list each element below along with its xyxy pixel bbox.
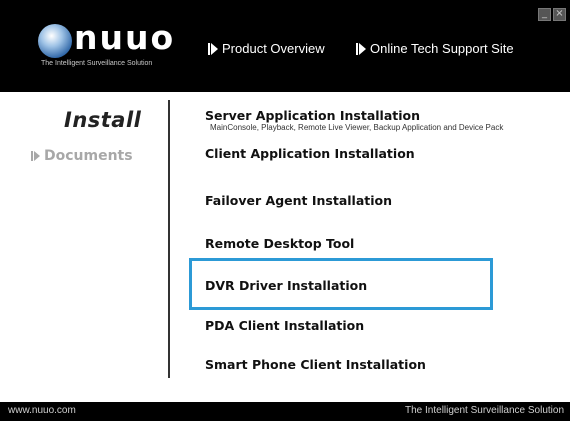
logo-globe-icon	[38, 24, 72, 58]
footer-tagline: The Intelligent Surveillance Solution	[405, 405, 564, 416]
online-tech-support-link[interactable]: Online Tech Support Site	[356, 41, 514, 56]
documents-link[interactable]: Documents	[31, 148, 133, 164]
product-overview-label: Product Overview	[222, 41, 325, 56]
play-arrow-icon	[34, 151, 40, 161]
documents-label: Documents	[44, 148, 133, 164]
logo-text: nuuo	[74, 18, 176, 57]
bar-icon	[31, 151, 33, 161]
logo-tagline: The Intelligent Surveillance Solution	[41, 60, 153, 67]
nuuo-logo: nuuo The Intelligent Surveillance Soluti…	[38, 18, 178, 70]
remote-desktop-tool-item[interactable]: Remote Desktop Tool	[205, 236, 354, 251]
online-tech-support-label: Online Tech Support Site	[370, 41, 514, 56]
product-overview-link[interactable]: Product Overview	[208, 41, 325, 56]
footer-bar: www.nuuo.com The Intelligent Surveillanc…	[0, 402, 570, 421]
client-application-installation-item[interactable]: Client Application Installation	[205, 146, 415, 161]
website-link[interactable]: www.nuuo.com	[8, 405, 76, 416]
bar-icon	[356, 42, 358, 55]
minimize-button[interactable]: _	[538, 8, 551, 21]
bar-icon	[208, 42, 210, 55]
pda-client-installation-item[interactable]: PDA Client Installation	[205, 318, 364, 333]
close-button[interactable]: ×	[553, 8, 566, 21]
play-arrow-icon	[211, 42, 218, 55]
smart-phone-client-installation-item[interactable]: Smart Phone Client Installation	[205, 357, 426, 372]
selection-highlight	[189, 258, 493, 310]
play-arrow-icon	[359, 42, 366, 55]
vertical-divider	[168, 100, 170, 378]
header-bar: nuuo The Intelligent Surveillance Soluti…	[0, 0, 570, 92]
server-application-description: MainConsole, Playback, Remote Live Viewe…	[210, 123, 504, 132]
install-heading[interactable]: Install	[64, 108, 141, 132]
server-application-installation-item[interactable]: Server Application Installation	[205, 108, 420, 123]
failover-agent-installation-item[interactable]: Failover Agent Installation	[205, 193, 392, 208]
